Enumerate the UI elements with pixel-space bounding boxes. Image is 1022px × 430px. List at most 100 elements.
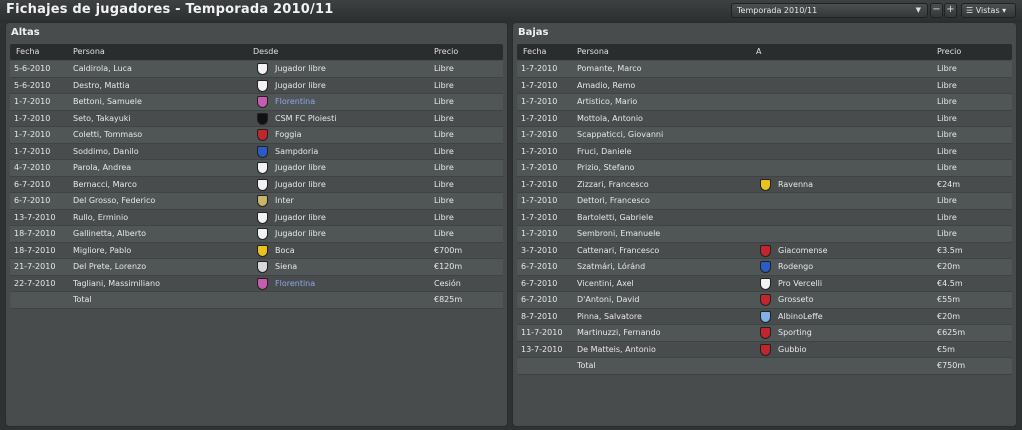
table-row[interactable]: 1-7-2010 Mottola, Antonio Libre bbox=[517, 110, 1012, 127]
zoom-in-button[interactable]: + bbox=[944, 3, 957, 18]
row-club-link[interactable]: Sporting bbox=[778, 328, 812, 337]
table-row[interactable]: 18-7-2010 Migliore, Pablo Boca €700m bbox=[10, 242, 503, 259]
zoom-out-button[interactable]: − bbox=[930, 3, 943, 18]
table-row[interactable]: 1-7-2010 Bettoni, Samuele Florentina Libre bbox=[10, 94, 503, 111]
row-person-link[interactable]: Bettoni, Samuele bbox=[73, 97, 142, 106]
table-row[interactable]: 6-7-2010 D'Antoni, David Grosseto €55m bbox=[517, 292, 1012, 309]
column-header-precio[interactable]: Precio bbox=[937, 47, 961, 56]
row-person-link[interactable]: Martinuzzi, Fernando bbox=[577, 328, 661, 337]
row-club-link[interactable]: Pro Vercelli bbox=[778, 279, 822, 288]
row-person-link[interactable]: Del Grosso, Federico bbox=[73, 196, 155, 205]
row-club-link[interactable]: Foggia bbox=[275, 130, 302, 139]
column-header-desde[interactable]: Desde bbox=[253, 47, 278, 56]
row-club-link[interactable]: Jugador libre bbox=[275, 213, 326, 222]
row-person-link[interactable]: Fruci, Daniele bbox=[577, 147, 632, 156]
row-person-link[interactable]: De Matteis, Antonio bbox=[577, 345, 656, 354]
row-person-link[interactable]: Bernacci, Marco bbox=[73, 180, 137, 189]
table-row[interactable]: 13-7-2010 De Matteis, Antonio Gubbio €5m bbox=[517, 341, 1012, 358]
table-row[interactable]: 1-7-2010 Coletti, Tommaso Foggia Libre bbox=[10, 127, 503, 144]
row-person-link[interactable]: Sembroni, Emanuele bbox=[577, 229, 660, 238]
row-club-link[interactable]: Sampdoria bbox=[275, 147, 318, 156]
row-club-link[interactable]: Gubbio bbox=[778, 345, 807, 354]
row-club-link[interactable]: Jugador libre bbox=[275, 229, 326, 238]
row-person-link[interactable]: Coletti, Tommaso bbox=[73, 130, 142, 139]
table-row[interactable]: 6-7-2010 Vicentini, Axel Pro Vercelli €4.5m bbox=[517, 275, 1012, 292]
row-person-link[interactable]: Soddimo, Danilo bbox=[73, 147, 139, 156]
table-row[interactable]: 1-7-2010 Scappaticci, Giovanni Libre bbox=[517, 127, 1012, 144]
column-header-a[interactable]: A bbox=[756, 47, 761, 56]
row-person-link[interactable]: Vicentini, Axel bbox=[577, 279, 634, 288]
row-club-link[interactable]: Jugador libre bbox=[275, 180, 326, 189]
row-club-link[interactable]: Siena bbox=[275, 262, 297, 271]
table-row[interactable]: 13-7-2010 Rullo, Erminio Jugador libre Libr… bbox=[10, 209, 503, 226]
row-person-link[interactable]: Tagliani, Massimiliano bbox=[73, 279, 160, 288]
row-person-link[interactable]: Cattenari, Francesco bbox=[577, 246, 659, 255]
table-row[interactable]: 5-6-2010 Caldirola, Luca Jugador libre Libr… bbox=[10, 61, 503, 78]
row-person-link[interactable]: Migliore, Pablo bbox=[73, 246, 131, 255]
row-club-link[interactable]: Jugador libre bbox=[275, 163, 326, 172]
row-person-link[interactable]: Seto, Takayuki bbox=[73, 114, 131, 123]
row-person-link[interactable]: Amadio, Remo bbox=[577, 81, 635, 90]
table-row[interactable]: 1-7-2010 Artistico, Mario Libre bbox=[517, 94, 1012, 111]
table-row[interactable]: 1-7-2010 Sembroni, Emanuele Libre bbox=[517, 226, 1012, 243]
column-header-persona[interactable]: Persona bbox=[577, 47, 609, 56]
row-person-link[interactable]: Mottola, Antonio bbox=[577, 114, 643, 123]
column-header-persona[interactable]: Persona bbox=[73, 47, 105, 56]
row-person-link[interactable]: Dettori, Francesco bbox=[577, 196, 650, 205]
table-row[interactable]: 18-7-2010 Gallinetta, Alberto Jugador libr… bbox=[10, 226, 503, 243]
season-select[interactable]: Temporada 2010/11 ▼ bbox=[731, 3, 928, 18]
row-person-link[interactable]: Destro, Mattia bbox=[73, 81, 130, 90]
table-row[interactable]: 4-7-2010 Parola, Andrea Jugador libre Libre bbox=[10, 160, 503, 177]
column-header-precio[interactable]: Precio bbox=[434, 47, 458, 56]
table-row[interactable]: 1-7-2010 Fruci, Daniele Libre bbox=[517, 143, 1012, 160]
table-row[interactable]: 1-7-2010 Zizzari, Francesco Ravenna €24m bbox=[517, 176, 1012, 193]
row-club-link[interactable]: Ravenna bbox=[778, 180, 813, 189]
table-row[interactable]: 11-7-2010 Martinuzzi, Fernando Sporting €62… bbox=[517, 325, 1012, 342]
table-row[interactable]: 1-7-2010 Pomante, Marco Libre bbox=[517, 61, 1012, 78]
row-club-link[interactable]: Rodengo bbox=[778, 262, 813, 271]
row-person-link[interactable]: Del Prete, Lorenzo bbox=[73, 262, 146, 271]
table-row[interactable]: 1-7-2010 Soddimo, Danilo Sampdoria Libre bbox=[10, 143, 503, 160]
row-club-link[interactable]: Giacomense bbox=[778, 246, 828, 255]
row-person-link[interactable]: Artistico, Mario bbox=[577, 97, 637, 106]
table-row[interactable]: 22-7-2010 Tagliani, Massimiliano Florentin… bbox=[10, 275, 503, 292]
row-person-link[interactable]: Caldirola, Luca bbox=[73, 64, 132, 73]
row-club-link[interactable]: Inter bbox=[275, 196, 294, 205]
table-row[interactable]: 21-7-2010 Del Prete, Lorenzo Siena €120m bbox=[10, 259, 503, 276]
table-row[interactable]: 8-7-2010 Pinna, Salvatore AlbinoLeffe €20m bbox=[517, 308, 1012, 325]
row-club-link[interactable]: AlbinoLeffe bbox=[778, 312, 823, 321]
row-club-link[interactable]: Florentina bbox=[275, 279, 315, 288]
row-club-link[interactable]: Florentina bbox=[275, 97, 315, 106]
table-row[interactable]: 6-7-2010 Szatmári, Lóránd Rodengo €20m bbox=[517, 259, 1012, 276]
table-row[interactable]: 1-7-2010 Seto, Takayuki CSM FC Ploiesti Lib… bbox=[10, 110, 503, 127]
column-header-fecha[interactable]: Fecha bbox=[523, 47, 546, 56]
row-date: 13-7-2010 bbox=[521, 344, 563, 354]
row-person-link[interactable]: Gallinetta, Alberto bbox=[73, 229, 146, 238]
row-person-link[interactable]: Prizio, Stefano bbox=[577, 163, 634, 172]
row-person-link[interactable]: Rullo, Erminio bbox=[73, 213, 128, 222]
row-club-link[interactable]: Jugador libre bbox=[275, 81, 326, 90]
row-person-link[interactable]: Bartoletti, Gabriele bbox=[577, 213, 653, 222]
table-row[interactable]: 3-7-2010 Cattenari, Francesco Giacomense €3… bbox=[517, 242, 1012, 259]
table-row[interactable]: 1-7-2010 Dettori, Francesco Libre bbox=[517, 193, 1012, 210]
table-row[interactable]: 1-7-2010 Prizio, Stefano Libre bbox=[517, 160, 1012, 177]
row-person-link[interactable]: Pomante, Marco bbox=[577, 64, 642, 73]
row-person-link[interactable]: Zizzari, Francesco bbox=[577, 180, 649, 189]
row-person-link[interactable]: Scappaticci, Giovanni bbox=[577, 130, 663, 139]
views-button[interactable]: ☰ Vistas ▾ bbox=[961, 3, 1016, 18]
row-price: Libre bbox=[434, 130, 454, 139]
row-club-link[interactable]: Boca bbox=[275, 246, 295, 255]
table-row[interactable]: 1-7-2010 Bartoletti, Gabriele Libre bbox=[517, 209, 1012, 226]
row-person-link[interactable]: D'Antoni, David bbox=[577, 295, 639, 304]
row-club-link[interactable]: CSM FC Ploiesti bbox=[275, 114, 336, 123]
row-club-link[interactable]: Grosseto bbox=[778, 295, 814, 304]
row-person-link[interactable]: Szatmári, Lóránd bbox=[577, 262, 645, 271]
table-row[interactable]: 6-7-2010 Del Grosso, Federico Inter Libre bbox=[10, 193, 503, 210]
row-person-link[interactable]: Pinna, Salvatore bbox=[577, 312, 642, 321]
column-header-fecha[interactable]: Fecha bbox=[16, 47, 39, 56]
row-person-link[interactable]: Parola, Andrea bbox=[73, 163, 131, 172]
table-row[interactable]: 6-7-2010 Bernacci, Marco Jugador libre Libr… bbox=[10, 176, 503, 193]
table-row[interactable]: 1-7-2010 Amadio, Remo Libre bbox=[517, 77, 1012, 94]
row-club-link[interactable]: Jugador libre bbox=[275, 64, 326, 73]
table-row[interactable]: 5-6-2010 Destro, Mattia Jugador libre Libre bbox=[10, 77, 503, 94]
